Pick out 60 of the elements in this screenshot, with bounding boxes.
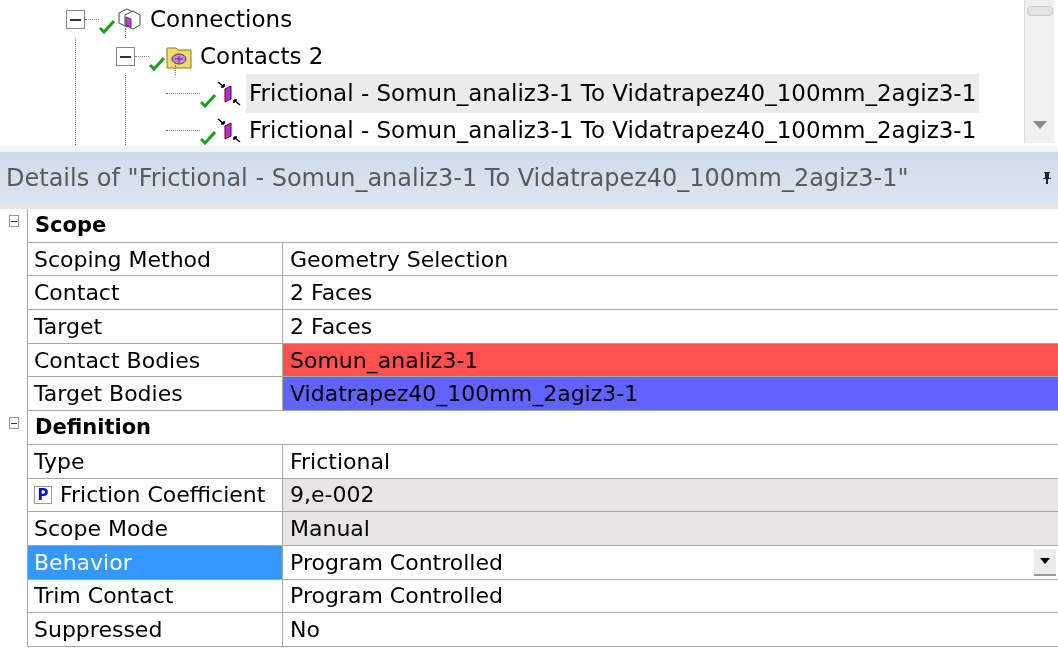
parameter-checkbox[interactable]: P <box>34 485 52 504</box>
collapse-toggle[interactable] <box>66 10 85 29</box>
property-label: Suppressed <box>34 616 163 645</box>
property-value: Vidatrapez40_100mm_2agiz3-1 <box>290 380 639 409</box>
property-label: Target <box>34 312 103 341</box>
property-label-cell[interactable]: Target <box>27 310 283 344</box>
property-value: Program Controlled <box>290 548 503 577</box>
check-icon <box>200 130 216 145</box>
property-value: No <box>290 616 320 645</box>
property-label: Friction Coefficient <box>60 481 266 510</box>
caret-icon <box>1040 558 1050 565</box>
dropdown-button[interactable] <box>1034 548 1056 576</box>
property-label: Type <box>34 447 85 476</box>
check-icon <box>149 56 165 71</box>
property-label: Target Bodies <box>34 380 183 409</box>
pin-icon[interactable] <box>1042 171 1052 185</box>
scroll-down-icon[interactable] <box>1032 121 1047 129</box>
property-label: Contact Bodies <box>34 346 201 375</box>
collapse-toggle[interactable] <box>116 47 135 66</box>
property-label: Scope Mode <box>34 515 168 544</box>
property-value: Frictional <box>290 447 391 476</box>
property-label: Contact <box>34 279 120 308</box>
property-value-cell[interactable]: Somun_analiz3-1 <box>283 343 1058 378</box>
collapse-toggle[interactable] <box>8 417 19 430</box>
scroll-thumb[interactable] <box>1026 6 1053 16</box>
property-label: Behavior <box>34 548 132 577</box>
property-value: Manual <box>290 515 370 544</box>
property-value: Somun_analiz3-1 <box>290 346 479 376</box>
scrollbar[interactable] <box>1024 0 1054 143</box>
property-value: Program Controlled <box>290 582 503 611</box>
collapse-toggle[interactable] <box>8 215 19 227</box>
property-value: 2 Faces <box>290 312 373 341</box>
details-title: Details of "Frictional - Somun_analiz3-1 To Vidatrapez40_100mm_2agiz3-1" <box>6 163 909 194</box>
property-label-cell[interactable]: Scope Mode <box>27 512 283 546</box>
property-label-cell[interactable]: Trim Contact <box>27 579 283 614</box>
contact-icon <box>216 80 242 107</box>
property-value: 2 Faces <box>290 279 373 308</box>
tree-item[interactable]: Contacts 2 <box>197 37 327 76</box>
property-label: Scoping Method <box>34 245 211 274</box>
tree-item[interactable]: Frictional - Somun_analiz3-1 To Vidatrapez40_100mm_2agiz3-1 <box>246 111 980 146</box>
property-label-cell[interactable]: Contact Bodies <box>27 343 283 378</box>
check-icon <box>99 19 115 34</box>
property-label-cell[interactable]: Type <box>27 444 283 479</box>
section-header[interactable]: Definition <box>35 411 151 444</box>
tree-item[interactable]: Connections <box>147 0 296 39</box>
property-label-cell[interactable]: Contact <box>27 276 283 311</box>
property-value: 9,e-002 <box>290 481 375 510</box>
property-label-cell[interactable]: P Friction Coefficient <box>27 478 283 513</box>
property-label-cell[interactable]: Scoping Method <box>27 242 283 277</box>
section-header[interactable]: Scope <box>35 209 107 242</box>
property-label-cell[interactable]: Target Bodies <box>27 377 283 412</box>
property-value: Geometry Selection <box>290 245 509 274</box>
contact-icon <box>216 117 242 144</box>
property-value-cell[interactable]: Vidatrapez40_100mm_2agiz3-1 <box>283 377 1058 412</box>
property-value-cell[interactable]: Manual <box>283 512 1058 546</box>
property-label: Trim Contact <box>34 582 174 611</box>
property-value-cell[interactable]: 9,e-002 <box>283 478 1058 513</box>
check-icon <box>200 93 216 108</box>
property-label-cell[interactable]: Suppressed <box>27 613 283 647</box>
tree-item[interactable]: Frictional - Somun_analiz3-1 To Vidatrapez40_100mm_2agiz3-1 <box>246 74 980 113</box>
